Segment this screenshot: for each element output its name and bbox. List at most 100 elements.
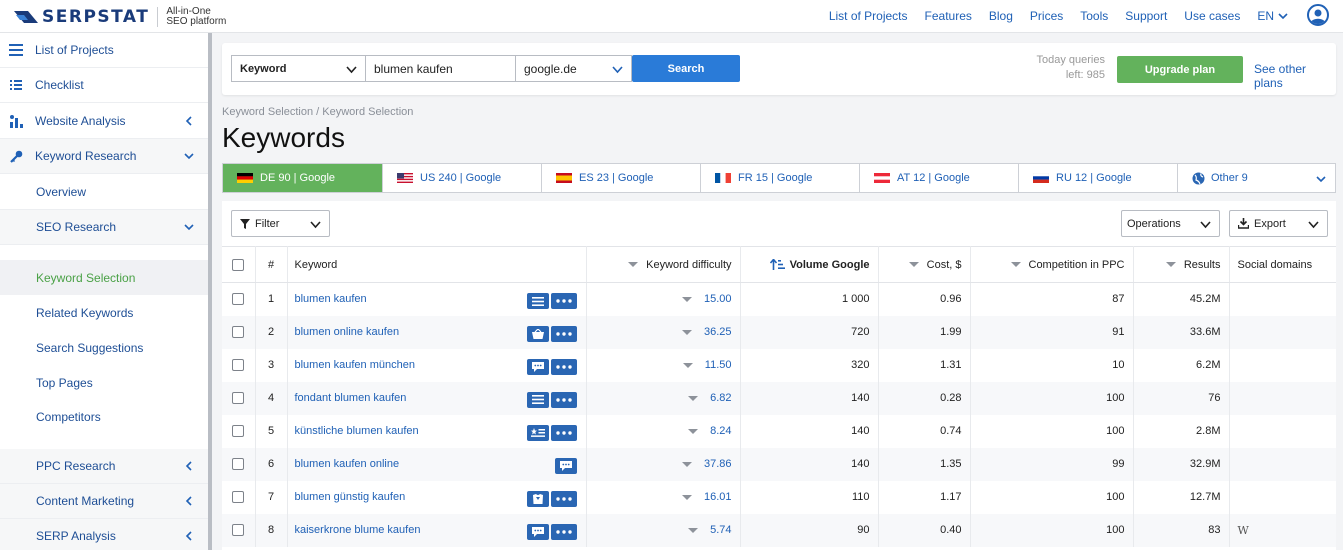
- tab-es[interactable]: ES 23 | Google: [542, 164, 701, 192]
- keyword-link[interactable]: blumen kaufen münchen: [295, 359, 415, 371]
- column-volume[interactable]: Volume Google: [740, 246, 879, 283]
- table-row[interactable]: 7 blumen günstig kaufen 16.01 110 1.17 1…: [222, 480, 1336, 514]
- comment-icon[interactable]: [526, 358, 549, 375]
- search-input[interactable]: blumen kaufen: [365, 55, 516, 82]
- sidebar-item-website-analysis[interactable]: Website Analysis: [0, 104, 208, 139]
- sidebar-item-competitors[interactable]: Competitors: [0, 400, 208, 450]
- keyword-link[interactable]: blumen günstig kaufen: [295, 491, 406, 503]
- row-checkbox[interactable]: [232, 293, 245, 306]
- tab-fr[interactable]: FR 15 | Google: [701, 164, 860, 192]
- user-avatar[interactable]: [1307, 4, 1329, 26]
- expand-arrow-icon[interactable]: [681, 461, 692, 467]
- star-list-icon[interactable]: [526, 424, 549, 441]
- comment-icon[interactable]: [554, 457, 577, 474]
- row-checkbox[interactable]: [232, 524, 245, 537]
- keyword-difficulty-cell[interactable]: 5.74: [586, 513, 741, 547]
- expand-arrow-icon[interactable]: [681, 329, 692, 335]
- sidebar-item-serp-analysis[interactable]: SERP Analysis: [0, 519, 208, 550]
- table-row[interactable]: 5 künstliche blumen kaufen 8.24 140 0.74…: [222, 414, 1336, 448]
- nav-blog[interactable]: Blog: [989, 9, 1013, 23]
- sidebar-item-related-keywords[interactable]: Related Keywords: [0, 295, 208, 330]
- column-competition[interactable]: Competition in PPC: [970, 246, 1134, 283]
- table-row[interactable]: 3 blumen kaufen münchen 11.50 320 1.31 1…: [222, 348, 1336, 382]
- row-checkbox[interactable]: [232, 425, 245, 438]
- tab-us[interactable]: US 240 | Google: [383, 164, 542, 192]
- nav-tools[interactable]: Tools: [1080, 9, 1108, 23]
- column-keyword-difficulty[interactable]: Keyword difficulty: [586, 246, 741, 283]
- keyword-difficulty-cell[interactable]: 37.86: [586, 447, 741, 481]
- column-keyword[interactable]: Keyword: [287, 246, 587, 283]
- expand-arrow-icon[interactable]: [681, 494, 692, 500]
- keyword-difficulty-cell[interactable]: 8.24: [586, 414, 741, 448]
- row-checkbox[interactable]: [232, 392, 245, 405]
- more-icon[interactable]: [550, 490, 577, 507]
- upgrade-plan-button[interactable]: Upgrade plan: [1117, 56, 1243, 83]
- tab-other[interactable]: Other 9: [1178, 164, 1335, 192]
- keyword-difficulty-cell[interactable]: 15.00: [586, 282, 741, 316]
- more-icon[interactable]: [550, 391, 577, 408]
- sidebar-item-keyword-selection[interactable]: Keyword Selection: [0, 260, 208, 295]
- sidebar-item-overview[interactable]: Overview: [0, 175, 208, 210]
- keyword-difficulty-cell[interactable]: 16.01: [586, 480, 741, 514]
- nav-features[interactable]: Features: [925, 9, 972, 23]
- expand-arrow-icon[interactable]: [688, 395, 699, 401]
- tab-at[interactable]: AT 12 | Google: [860, 164, 1019, 192]
- more-icon[interactable]: [550, 293, 577, 309]
- table-row[interactable]: 4 fondant blumen kaufen 6.82 140 0.28 10…: [222, 381, 1336, 415]
- column-cost[interactable]: Cost, $: [878, 246, 971, 283]
- serpstat-logo[interactable]: SERPSTAT All-in-One SEO platform: [14, 7, 226, 27]
- keyword-difficulty-cell[interactable]: 36.25: [586, 315, 741, 349]
- more-icon[interactable]: [550, 523, 577, 540]
- sidebar-item-content-marketing[interactable]: Content Marketing: [0, 484, 208, 519]
- row-checkbox[interactable]: [232, 491, 245, 504]
- search-button[interactable]: Search: [632, 55, 740, 82]
- nav-support[interactable]: Support: [1125, 9, 1167, 23]
- sidebar-item-top-pages[interactable]: Top Pages: [0, 365, 208, 400]
- nav-prices[interactable]: Prices: [1030, 9, 1063, 23]
- tab-ru[interactable]: RU 12 | Google: [1019, 164, 1178, 192]
- row-checkbox[interactable]: [232, 458, 245, 471]
- more-icon[interactable]: [550, 358, 577, 375]
- row-checkbox[interactable]: [232, 359, 245, 372]
- sidebar-item-checklist[interactable]: Checklist: [0, 68, 208, 103]
- search-type-select[interactable]: Keyword: [231, 55, 366, 82]
- keyword-link[interactable]: fondant blumen kaufen: [295, 392, 407, 404]
- sidebar-item-ppc-research[interactable]: PPC Research: [0, 449, 208, 484]
- filter-button[interactable]: Filter: [231, 210, 330, 237]
- expand-arrow-icon[interactable]: [688, 428, 699, 434]
- see-other-plans-link[interactable]: See other plans: [1254, 62, 1336, 90]
- shirt-icon[interactable]: [526, 490, 549, 507]
- operations-button[interactable]: Operations: [1121, 210, 1220, 237]
- row-checkbox[interactable]: [232, 326, 245, 339]
- tab-de[interactable]: DE 90 | Google: [223, 164, 383, 192]
- sidebar-item-keyword-research[interactable]: Keyword Research: [0, 139, 208, 174]
- sidebar-scrollbar[interactable]: [208, 33, 212, 550]
- more-icon[interactable]: [550, 424, 577, 441]
- sidebar-item-search-suggestions[interactable]: Search Suggestions: [0, 330, 208, 365]
- sidebar-item-seo-research[interactable]: SEO Research: [0, 210, 208, 245]
- table-row[interactable]: 1 blumen kaufen 15.00 1 000 0.96 87 45.2…: [222, 282, 1336, 316]
- keyword-link[interactable]: künstliche blumen kaufen: [295, 425, 419, 437]
- comment-icon[interactable]: [526, 523, 549, 540]
- expand-arrow-icon[interactable]: [688, 527, 699, 533]
- list-icon[interactable]: [526, 391, 549, 408]
- expand-arrow-icon[interactable]: [682, 362, 693, 368]
- keyword-link[interactable]: kaiserkrone blume kaufen: [295, 524, 421, 536]
- export-button[interactable]: Export: [1229, 210, 1328, 237]
- table-row[interactable]: 6 blumen kaufen online 37.86 140 1.35 99…: [222, 447, 1336, 481]
- sidebar-item-list-of-projects[interactable]: List of Projects: [0, 33, 208, 68]
- column-results[interactable]: Results: [1133, 246, 1230, 283]
- keyword-difficulty-cell[interactable]: 11.50: [586, 348, 741, 382]
- list-icon[interactable]: [526, 293, 549, 309]
- more-icon[interactable]: [550, 325, 577, 342]
- keyword-link[interactable]: blumen kaufen online: [295, 458, 400, 470]
- nav-use-cases[interactable]: Use cases: [1184, 9, 1240, 23]
- table-row[interactable]: 8 kaiserkrone blume kaufen 5.74 90 0.40 …: [222, 513, 1336, 547]
- language-selector[interactable]: EN: [1257, 9, 1288, 23]
- expand-arrow-icon[interactable]: [681, 296, 692, 302]
- basket-icon[interactable]: [526, 325, 549, 342]
- keyword-link[interactable]: blumen online kaufen: [295, 326, 400, 338]
- nav-list-of-projects[interactable]: List of Projects: [829, 9, 908, 23]
- keyword-difficulty-cell[interactable]: 6.82: [586, 381, 741, 415]
- table-row[interactable]: 2 blumen online kaufen 36.25 720 1.99 91…: [222, 315, 1336, 349]
